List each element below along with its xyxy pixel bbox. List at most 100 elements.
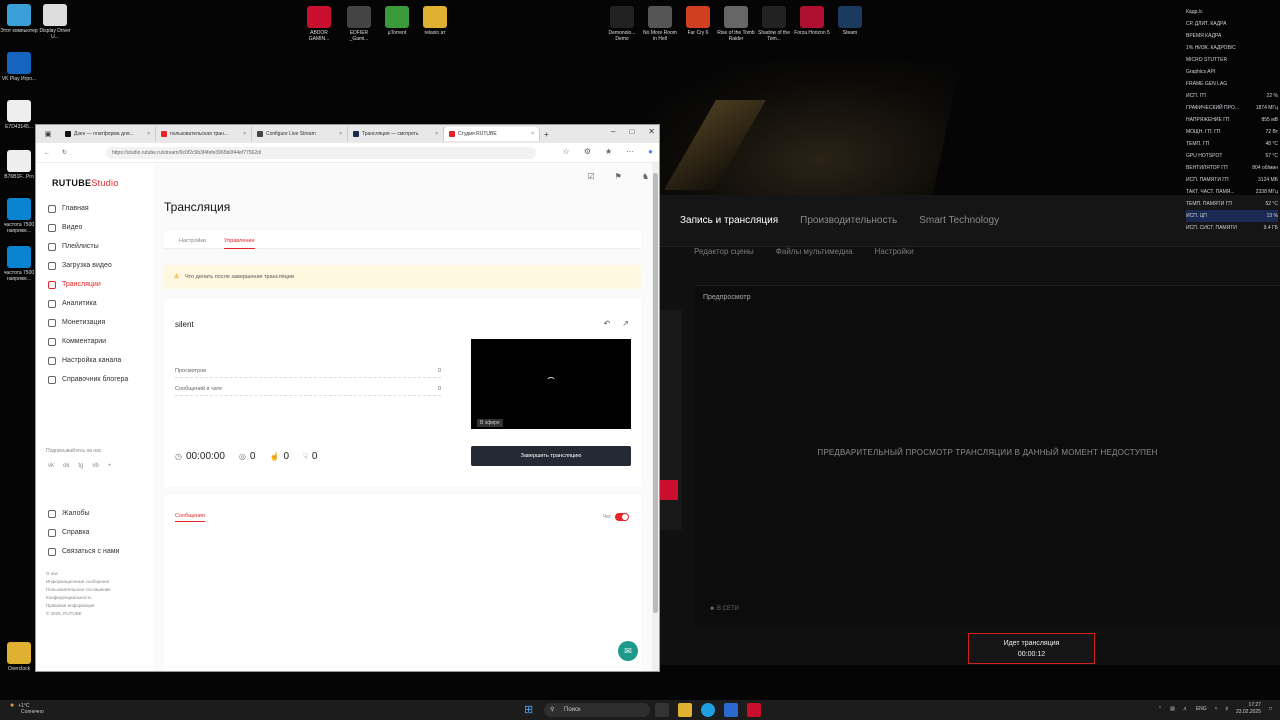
tab-management[interactable]: Управление xyxy=(223,238,255,249)
edge-icon[interactable] xyxy=(701,703,715,717)
favorites-icon[interactable]: ★ xyxy=(605,147,612,156)
sidebar-item[interactable]: Справка xyxy=(48,523,152,542)
profile-icon[interactable]: ● xyxy=(648,147,653,156)
avatar[interactable]: ♞ xyxy=(642,172,649,181)
desktop-shortcut[interactable]: EDFIER _Gami... xyxy=(340,6,378,42)
tab-messages[interactable]: Сообщения xyxy=(175,513,205,522)
footer-link[interactable]: Конфиденциальность xyxy=(46,594,111,602)
share-icon[interactable]: ↶ xyxy=(604,319,611,328)
browser-tab[interactable]: Дзен — платформа для... × xyxy=(60,127,156,141)
footer-link[interactable]: Пользовательское соглашение xyxy=(46,586,111,594)
bookmark-icon[interactable]: ☆ xyxy=(563,147,570,156)
open-external-icon[interactable]: ↗ xyxy=(622,319,629,328)
footer-link[interactable]: О нас xyxy=(46,570,111,578)
desktop-shortcut[interactable]: Overclock xyxy=(0,642,38,672)
clock[interactable]: 17:27 23.02.2025 xyxy=(1236,702,1261,716)
sidebar-item[interactable]: Справочник блогера xyxy=(48,370,152,389)
browser-tab[interactable]: Студия RUTUBE × xyxy=(444,127,540,141)
sidebar-item[interactable]: Аналитика xyxy=(48,294,152,313)
amd-software-icon[interactable] xyxy=(747,703,761,717)
desktop-shortcut[interactable]: Forza Horizon 5 xyxy=(793,6,831,36)
close-icon[interactable]: ✕ xyxy=(648,127,655,136)
menu-icon[interactable]: ⋯ xyxy=(626,147,634,156)
desktop-shortcut[interactable]: ABDOR GAMIN... xyxy=(300,6,338,42)
desktop-shortcut[interactable]: relaxin ат xyxy=(416,6,454,36)
maximize-icon[interactable]: □ xyxy=(629,127,634,136)
desktop-shortcut[interactable]: Steam xyxy=(831,6,869,36)
desktop-shortcut[interactable]: частота 7500 напряже... xyxy=(0,198,38,234)
back-icon[interactable]: ← xyxy=(44,150,50,156)
browser-tab[interactable]: Configure Live Stream × xyxy=(252,127,348,141)
warning-banner[interactable]: ⚠ Что делать после завершения трансляции xyxy=(164,265,641,289)
tab-close-icon[interactable]: × xyxy=(435,131,438,137)
game-subtab[interactable]: Файлы мультимедиа xyxy=(776,247,853,256)
tray-chevron-icon[interactable]: ⌃ xyxy=(1158,706,1162,712)
desktop-shortcut[interactable]: Этот компьютер xyxy=(0,4,38,34)
chat-toggle[interactable] xyxy=(615,513,629,521)
tab-close-icon[interactable]: × xyxy=(531,131,534,137)
desktop-shortcut[interactable]: Display Driver U... xyxy=(36,4,74,40)
rutube-logo[interactable]: RUTUBEStudio xyxy=(52,178,119,188)
game-tab[interactable]: Smart Technology xyxy=(919,215,999,226)
weather-widget[interactable]: ● +1°C Солнечно xyxy=(10,702,44,715)
start-icon[interactable]: ⊞ xyxy=(524,703,533,716)
desktop-shortcut[interactable]: µTorrent xyxy=(378,6,416,36)
desktop-shortcut[interactable]: E7D43145... xyxy=(0,100,38,130)
wifi-icon[interactable]: ≈ xyxy=(1215,706,1218,712)
new-tab-button[interactable]: + xyxy=(544,130,549,139)
extensions-icon[interactable]: ⚙ xyxy=(584,147,591,156)
tab-actions-icon[interactable]: ▣ xyxy=(36,130,60,138)
notification-icon[interactable]: ⚑ xyxy=(615,172,622,181)
record-toggle[interactable] xyxy=(660,480,678,500)
sidebar-item[interactable]: Комментарии xyxy=(48,332,152,351)
sidebar-item[interactable]: Загрузка видео xyxy=(48,256,152,275)
scrollbar-thumb[interactable] xyxy=(653,173,658,613)
desktop-shortcut[interactable]: Far Cry 6 xyxy=(679,6,717,36)
tab-close-icon[interactable]: × xyxy=(339,131,342,137)
social-link-icon[interactable]: vb xyxy=(92,463,98,469)
game-subtab[interactable]: Редактор сцены xyxy=(694,247,754,256)
desktop-shortcut[interactable]: Rise of the Tomb Raider xyxy=(717,6,755,42)
sidebar-item[interactable]: Связаться с нами xyxy=(48,542,152,561)
desktop-shortcut[interactable]: частота 7500 напряже... xyxy=(0,246,38,282)
sidebar-item[interactable]: Трансляции xyxy=(48,275,152,294)
speaker-icon[interactable]: ♯ xyxy=(1225,706,1228,712)
desktop-shortcut[interactable]: Shadow of the Tom... xyxy=(755,6,793,42)
desktop-shortcut[interactable]: B76B1F...Pro xyxy=(0,150,38,180)
sidebar-item[interactable]: Настройка канала xyxy=(48,351,152,370)
tab-close-icon[interactable]: × xyxy=(147,131,150,137)
volume-icon[interactable]: ♬ xyxy=(1183,706,1188,712)
minimize-icon[interactable]: – xyxy=(611,127,615,136)
tab-close-icon[interactable]: × xyxy=(243,131,246,137)
footer-link[interactable]: Информационные сообщения xyxy=(46,578,111,586)
page-scrollbar[interactable] xyxy=(652,163,659,671)
upload-icon[interactable]: ☑ xyxy=(587,172,594,181)
url-field[interactable]: https://studio.rutube.ru/stream/9c0f2c9b… xyxy=(106,147,536,159)
game-tab[interactable]: Запись и трансляция xyxy=(680,215,778,226)
game-tab[interactable]: Производительность xyxy=(800,215,897,226)
game-subtab[interactable]: Настройки xyxy=(875,247,914,256)
desktop-shortcut[interactable]: VK Play Игро... xyxy=(0,52,38,82)
sidebar-item[interactable]: Монетизация xyxy=(48,313,152,332)
social-link-icon[interactable]: + xyxy=(108,463,112,469)
desktop-shortcut[interactable]: No More Room in Hell xyxy=(641,6,679,42)
file-explorer-icon[interactable] xyxy=(678,703,692,717)
notifications-icon[interactable]: □ xyxy=(1269,706,1272,712)
tab-settings[interactable]: Настройки xyxy=(179,238,206,248)
network-icon[interactable]: ▤ xyxy=(1170,706,1175,712)
reload-icon[interactable]: ↻ xyxy=(62,149,67,156)
taskbar-search[interactable]: ⚲ Поиск xyxy=(544,703,650,717)
end-stream-button[interactable]: Завершить трансляцию xyxy=(471,446,631,466)
footer-link[interactable]: Правовая информация xyxy=(46,602,111,610)
task-view-icon[interactable] xyxy=(655,703,669,717)
browser-tab[interactable]: Трансляция — смотреть × xyxy=(348,127,444,141)
browser-tab[interactable]: пользовательская тран... × xyxy=(156,127,252,141)
desktop-shortcut[interactable]: Demonolo... Demo xyxy=(603,6,641,42)
footer-link[interactable]: © 2025, RUTUBE xyxy=(46,610,111,618)
sidebar-item[interactable]: Жалобы xyxy=(48,504,152,523)
sidebar-item[interactable]: Видео xyxy=(48,218,152,237)
social-link-icon[interactable]: tg xyxy=(78,463,83,469)
social-link-icon[interactable]: vk xyxy=(48,463,54,469)
stream-player[interactable]: В эфире xyxy=(471,339,631,429)
sidebar-item[interactable]: Главная xyxy=(48,199,152,218)
